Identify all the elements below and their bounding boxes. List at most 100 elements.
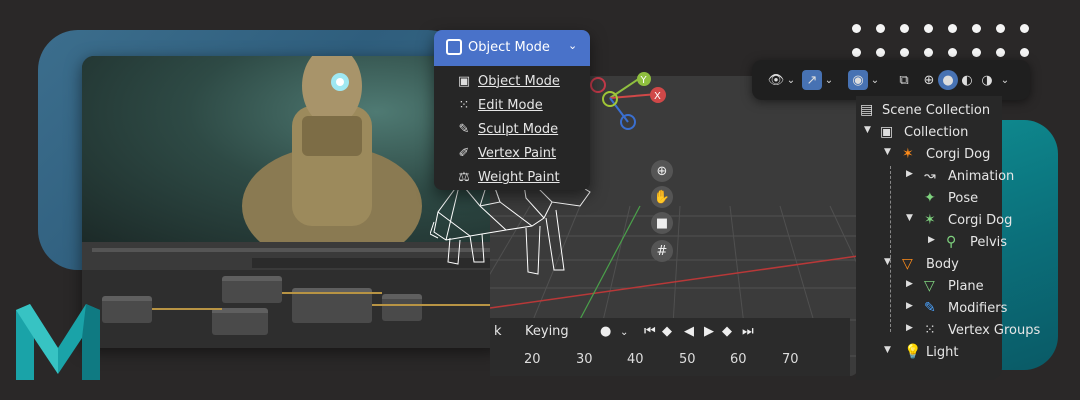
robot-render-image [242,56,422,246]
pose-icon: ✦ [924,190,936,206]
decorative-dot [876,48,885,57]
jump-end-icon[interactable]: ⏭ [742,324,754,339]
outliner-row-label: Collection [904,125,969,140]
node-box[interactable] [222,276,282,303]
node-box[interactable] [212,308,268,335]
hierarchy-guide-line [890,166,891,332]
keying-prefix-text: k [494,324,502,339]
bone-icon: ⚲ [946,234,957,250]
armature-icon: ✶ [902,146,914,162]
jump-start-icon[interactable]: ⏮ [644,324,656,339]
gizmo-toggle-icon[interactable]: ↗ [802,70,822,90]
decorative-dot [996,24,1005,33]
mode-item-vertex-paint[interactable]: ✐ Vertex Paint [434,142,590,166]
camera-view-icon[interactable]: ■ [651,212,673,234]
decorative-dot [1020,48,1029,57]
decorative-dot [972,24,981,33]
decorative-dot [1020,24,1029,33]
chevron-down-icon[interactable]: ⌄ [786,70,796,90]
outliner-row-label: Pelvis [970,235,1008,250]
mode-item-label: Sculpt Mode [478,122,559,137]
mesh-data-icon: ▽ [924,278,935,294]
record-icon[interactable]: ● [600,324,611,339]
expand-triangle-icon[interactable]: ▶ [906,169,913,179]
gizmo-x-label: X [654,91,661,102]
record-options-chevron-icon[interactable]: ⌄ [620,327,628,338]
wireframe-shading-icon[interactable]: ⊕ [920,70,938,90]
frame-number: 30 [576,352,593,367]
mesh-icon: ▽ [902,256,913,272]
play-reverse-icon[interactable]: ◀ [684,324,694,339]
expand-triangle-icon[interactable]: ▶ [906,323,913,333]
node-wire [282,292,382,294]
expand-triangle-icon[interactable]: ▶ [906,301,913,311]
chevron-down-icon[interactable]: ⌄ [824,70,834,90]
expand-triangle-icon[interactable]: ▼ [884,345,891,355]
decorative-dot [948,48,957,57]
decorative-dot [924,24,933,33]
mode-item-object[interactable]: ▣ Object Mode [434,70,590,94]
decorative-dot [900,48,909,57]
edit-mode-icon: ⁙ [458,98,470,113]
pan-hand-icon[interactable]: ✋ [651,186,673,208]
mode-item-label: Vertex Paint [478,146,557,161]
outliner-panel: ▤ Scene Collection ▼ ▣ Collection ▼ ✶ Co… [856,96,1040,380]
decorative-dot [996,48,1005,57]
mode-dropdown-header[interactable]: Object Mode ⌄ [434,30,590,66]
node-box[interactable] [102,296,152,323]
node-box[interactable] [382,294,422,321]
node-wire [152,308,222,310]
visibility-eye-icon[interactable]: 👁 [766,70,786,90]
scene-collection-icon: ▤ [860,102,874,118]
outliner-row-label: Modifiers [948,301,1008,316]
chevron-down-icon[interactable]: ⌄ [1000,70,1010,90]
play-icon[interactable]: ▶ [704,324,714,339]
zoom-icon[interactable]: ⊕ [651,160,673,182]
prev-keyframe-icon[interactable]: ◆ [662,324,672,339]
xray-toggle-icon[interactable]: ⧉ [894,70,914,90]
frame-number: 70 [782,352,799,367]
mode-item-edit[interactable]: ⁙ Edit Mode [434,94,590,118]
object-mode-icon: ▣ [457,74,471,89]
expand-triangle-icon[interactable]: ▶ [928,235,935,245]
material-preview-icon[interactable]: ◐ [958,70,976,90]
rendered-shading-icon[interactable]: ◑ [978,70,996,90]
mode-dropdown-menu[interactable]: Object Mode ⌄ ▣ Object Mode ⁙ Edit Mode … [434,30,590,190]
perspective-toggle-icon[interactable]: # [651,240,673,262]
weight-paint-icon: ⚖ [458,170,470,185]
overlays-icon[interactable]: ◉ [848,70,868,90]
outliner-row-label: Pose [948,191,979,206]
decorative-dot [900,24,909,33]
mode-item-label: Object Mode [478,74,560,89]
collection-icon: ▣ [880,124,894,140]
decorative-dot [876,24,885,33]
outliner-row-label: Corgi Dog [926,147,991,162]
expand-triangle-icon[interactable]: ▶ [906,279,913,289]
mode-item-sculpt[interactable]: ✎ Sculpt Mode [434,118,590,142]
decorative-dot [948,24,957,33]
outliner-row-label: Light [926,345,959,360]
vertex-groups-icon: ⁙ [924,322,936,338]
decorative-dot [924,48,933,57]
decorative-dot [972,48,981,57]
expand-triangle-icon[interactable]: ▼ [884,147,891,157]
frame-number: 40 [627,352,644,367]
keying-dropdown[interactable]: Keying [525,324,569,339]
mode-item-label: Edit Mode [478,98,543,113]
next-keyframe-icon[interactable]: ◆ [722,324,732,339]
mode-item-label: Weight Paint [478,170,560,185]
armature-data-icon: ✶ [924,212,936,228]
outliner-row-label: Animation [948,169,1015,184]
chevron-down-icon[interactable]: ⌄ [870,70,880,90]
decorative-dot [852,48,861,57]
frame-number: 50 [679,352,696,367]
node-editor [82,270,502,348]
expand-triangle-icon[interactable]: ▼ [864,125,871,135]
viewport-header-toolbar: 👁 ⌄ ↗ ⌄ ◉ ⌄ ⧉ ⊕ ● ◐ ◑ ⌄ [752,60,1030,100]
outliner-row-label: Body [926,257,959,272]
expand-triangle-icon[interactable]: ▼ [906,213,913,223]
outliner-row-label: Corgi Dog [948,213,1013,228]
frame-number: 20 [524,352,541,367]
solid-shading-icon[interactable]: ● [938,70,958,90]
mode-item-weight-paint[interactable]: ⚖ Weight Paint [434,166,590,190]
